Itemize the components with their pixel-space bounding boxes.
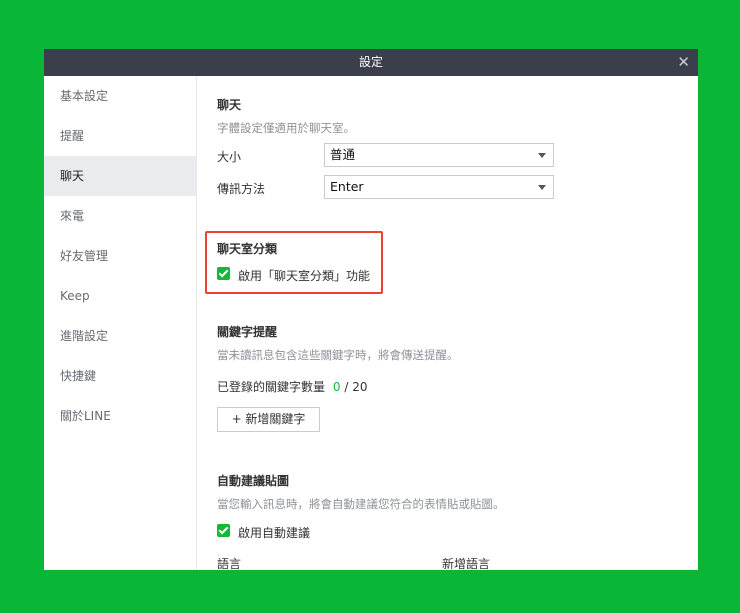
keyword-count-current: 0 [332,380,341,394]
language-column-header: 語言 [217,557,242,570]
sidebar-item-chat[interactable]: 聊天 [44,156,196,196]
keyword-count: 已登錄的關鍵字數量 0 / 20 [217,378,367,395]
sticker-checkbox[interactable] [217,524,230,537]
sidebar-item-about[interactable]: 關於LINE [44,396,196,436]
font-size-label: 大小 [217,150,242,164]
settings-sidebar: 基本設定 提醒 聊天 來電 好友管理 Keep 進階設定 快捷鍵 關於LINE [44,76,197,570]
keyword-section-title: 關鍵字提醒 [217,325,278,339]
sidebar-item-notifications[interactable]: 提醒 [44,116,196,156]
add-language-link[interactable]: 新增語言 [442,555,490,570]
settings-content: 聊天 字體設定僅適用於聊天室。 大小 普通 傳訊方法 Enter 聊天室分類 啟… [197,76,698,570]
chevron-down-icon [538,153,546,158]
sidebar-item-friends[interactable]: 好友管理 [44,236,196,276]
category-checkbox-label: 啟用「聊天室分類」功能 [238,269,371,283]
close-icon[interactable]: ✕ [677,49,690,76]
category-checkbox[interactable] [217,267,230,280]
chat-section-title: 聊天 [217,98,242,112]
send-method-select[interactable]: Enter [324,175,554,199]
settings-window: 設定 ✕ 基本設定 提醒 聊天 來電 好友管理 Keep 進階設定 快捷鍵 關於… [44,49,698,570]
sidebar-item-advanced[interactable]: 進階設定 [44,316,196,356]
keyword-count-sep: / [344,380,349,394]
category-section-title: 聊天室分類 [217,242,278,256]
sidebar-item-basic[interactable]: 基本設定 [44,76,196,116]
chevron-down-icon [538,185,546,190]
sidebar-item-calls[interactable]: 來電 [44,196,196,236]
sticker-section-desc: 當您輸入訊息時，將會自動建議您符合的表情貼或貼圖。 [217,497,505,511]
font-size-select[interactable]: 普通 [324,143,554,167]
chat-section-desc: 字體設定僅適用於聊天室。 [217,121,355,135]
font-size-value: 普通 [330,147,356,162]
add-keyword-button[interactable]: + 新增關鍵字 [217,407,320,432]
sidebar-item-keep[interactable]: Keep [44,276,196,316]
sticker-section-title: 自動建議貼圖 [217,474,290,488]
keyword-count-label: 已登錄的關鍵字數量 [217,380,326,394]
title-bar: 設定 ✕ [44,49,698,76]
window-title: 設定 [358,55,383,69]
sticker-checkbox-label: 啟用自動建議 [238,526,311,540]
keyword-section-desc: 當未讀訊息包含這些關鍵字時，將會傳送提醒。 [217,348,459,362]
sidebar-item-shortcuts[interactable]: 快捷鍵 [44,356,196,396]
send-method-label: 傳訊方法 [217,182,266,196]
send-method-value: Enter [330,179,364,194]
keyword-count-max: 20 [352,380,368,394]
